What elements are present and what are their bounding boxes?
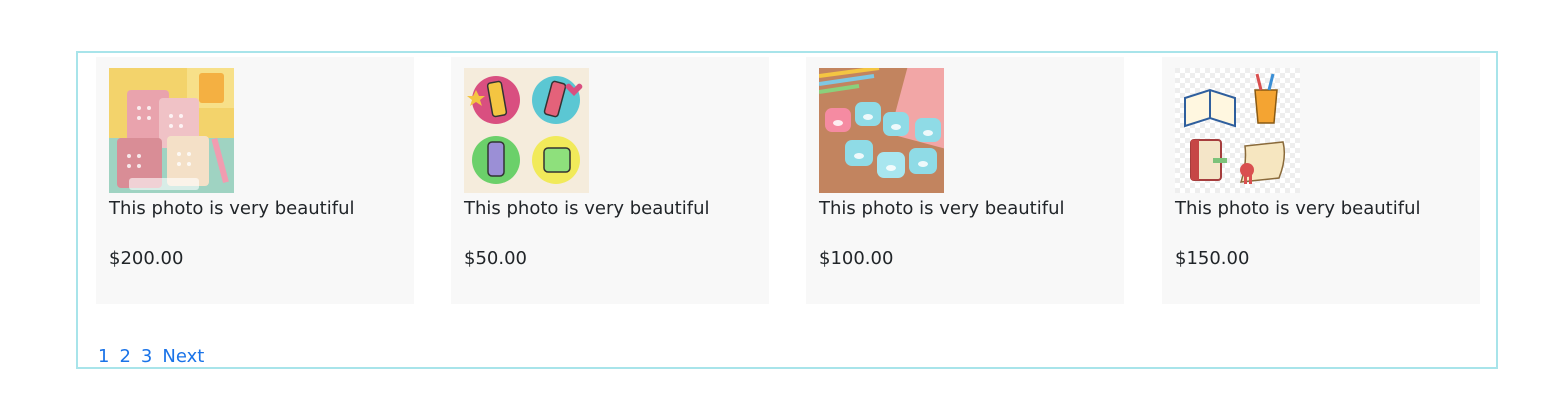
product-caption: This photo is very beautiful xyxy=(1175,198,1421,219)
product-price: $100.00 xyxy=(819,248,894,269)
product-price: $50.00 xyxy=(464,248,527,269)
next-page-link[interactable]: Next xyxy=(162,346,204,368)
cartoon-stationery-photo-icon xyxy=(464,68,589,193)
page-link-3[interactable]: 3 xyxy=(141,346,152,368)
product-card[interactable]: This photo is very beautiful $50.00 xyxy=(451,57,769,304)
product-image[interactable] xyxy=(464,68,589,193)
product-caption: This photo is very beautiful xyxy=(109,198,355,219)
product-gallery: This photo is very beautiful $200.00 Thi… xyxy=(76,51,1498,369)
page-link-2[interactable]: 2 xyxy=(119,346,130,368)
product-card[interactable]: This photo is very beautiful $150.00 xyxy=(1162,57,1480,304)
product-image[interactable] xyxy=(819,68,944,193)
product-image[interactable] xyxy=(109,68,234,193)
product-caption: This photo is very beautiful xyxy=(464,198,710,219)
pagination: 1 2 3 Next xyxy=(98,346,214,368)
page-link-1[interactable]: 1 xyxy=(98,346,109,368)
product-price: $200.00 xyxy=(109,248,184,269)
books-and-scroll-photo-icon xyxy=(1175,68,1300,193)
product-caption: This photo is very beautiful xyxy=(819,198,1065,219)
pencil-cups-photo-icon xyxy=(109,68,234,193)
product-card[interactable]: This photo is very beautiful $100.00 xyxy=(806,57,1124,304)
product-grid: This photo is very beautiful $200.00 Thi… xyxy=(96,57,1482,304)
product-card[interactable]: This photo is very beautiful $200.00 xyxy=(96,57,414,304)
pig-sharpeners-photo-icon xyxy=(819,68,944,193)
product-image[interactable] xyxy=(1175,68,1300,193)
product-price: $150.00 xyxy=(1175,248,1250,269)
